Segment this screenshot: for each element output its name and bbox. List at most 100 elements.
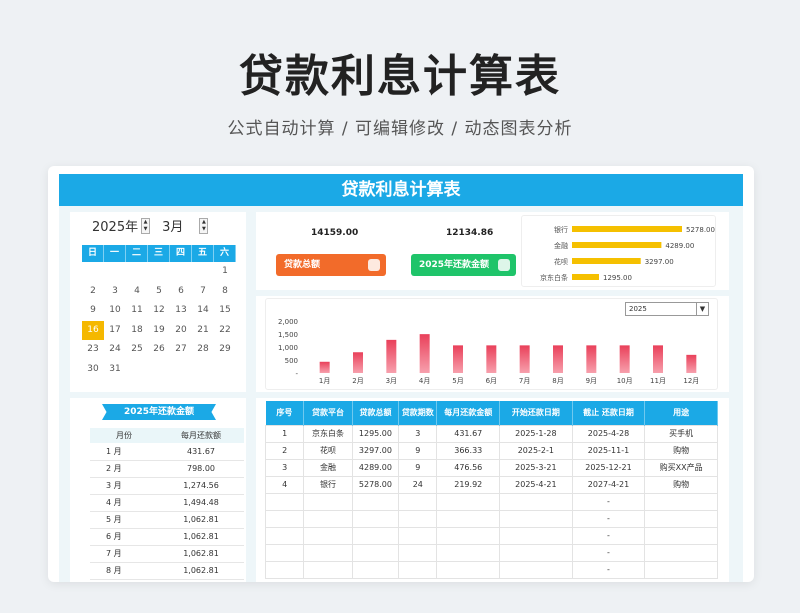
table-cell[interactable]: 1,062.81 xyxy=(158,562,244,580)
calendar-day[interactable]: 6 xyxy=(170,282,192,302)
year-spinner[interactable]: ▲ ▼ xyxy=(141,217,151,234)
table-cell[interactable]: 476.56 xyxy=(436,458,501,477)
table-cell[interactable] xyxy=(351,560,400,579)
table-cell[interactable]: 京东白条 xyxy=(303,424,353,443)
table-cell[interactable] xyxy=(351,526,400,545)
table-cell[interactable] xyxy=(436,509,501,528)
table-cell[interactable] xyxy=(264,492,305,511)
bar[interactable] xyxy=(319,361,330,373)
table-cell[interactable] xyxy=(644,543,718,562)
table-cell[interactable]: 1295.00 xyxy=(351,424,400,443)
table-cell[interactable]: 4289.00 xyxy=(351,458,400,477)
bar[interactable] xyxy=(586,345,597,373)
table-cell[interactable]: 2025-12-21 xyxy=(571,458,646,477)
table-cell[interactable] xyxy=(264,526,305,545)
calendar-day[interactable]: 5 xyxy=(148,282,170,302)
table-cell[interactable]: 1,062.81 xyxy=(158,545,244,563)
table-cell[interactable]: 购物 xyxy=(644,475,718,494)
calendar-day[interactable]: 24 xyxy=(104,340,126,360)
table-cell[interactable] xyxy=(499,509,573,528)
calendar-day[interactable]: 22 xyxy=(214,321,236,341)
calendar-day[interactable]: 18 xyxy=(126,321,148,341)
table-cell[interactable]: 5278.00 xyxy=(351,475,400,494)
calendar-day[interactable]: 3 xyxy=(104,282,126,302)
table-cell[interactable]: 9 xyxy=(398,458,438,477)
calendar-day[interactable]: 2 xyxy=(82,282,104,302)
table-cell[interactable]: 2025-11-1 xyxy=(571,441,646,460)
bar[interactable] xyxy=(419,334,430,373)
table-cell[interactable] xyxy=(499,560,573,579)
table-cell[interactable] xyxy=(303,560,353,579)
table-cell[interactable]: 购物 xyxy=(644,441,718,460)
bar[interactable] xyxy=(572,274,599,280)
table-cell[interactable]: 1 xyxy=(264,424,305,443)
table-cell[interactable] xyxy=(303,492,353,511)
table-cell[interactable]: 3297.00 xyxy=(351,441,400,460)
table-cell[interactable]: 219.92 xyxy=(436,475,501,494)
table-cell[interactable]: 431.67 xyxy=(436,424,501,443)
bar[interactable] xyxy=(519,345,530,373)
calendar-day[interactable]: 9 xyxy=(82,301,104,321)
table-cell[interactable]: 3 月 xyxy=(90,477,158,495)
table-cell[interactable]: - xyxy=(571,526,646,545)
table-cell[interactable]: 1,494.48 xyxy=(158,494,244,512)
table-cell[interactable]: 1,062.81 xyxy=(158,511,244,529)
calendar-day[interactable]: 10 xyxy=(104,301,126,321)
table-cell[interactable]: 2 xyxy=(264,441,305,460)
table-cell[interactable] xyxy=(436,492,501,511)
calendar-day[interactable]: 17 xyxy=(104,321,126,341)
spin-down-icon[interactable]: ▼ xyxy=(200,226,207,233)
table-cell[interactable]: 银行 xyxy=(303,475,353,494)
chevron-down-icon[interactable]: ▼ xyxy=(696,303,708,315)
table-cell[interactable] xyxy=(499,526,573,545)
table-cell[interactable] xyxy=(398,492,438,511)
calendar-day[interactable]: 11 xyxy=(126,301,148,321)
table-cell[interactable] xyxy=(398,509,438,528)
calendar-day[interactable]: 25 xyxy=(126,340,148,360)
calendar-day[interactable]: 23 xyxy=(82,340,104,360)
bar[interactable] xyxy=(572,242,662,248)
table-cell[interactable]: 1,274.56 xyxy=(158,477,244,495)
calendar-day[interactable]: 12 xyxy=(148,301,170,321)
table-cell[interactable]: 5 月 xyxy=(90,511,158,529)
calendar-day[interactable]: 13 xyxy=(170,301,192,321)
bar[interactable] xyxy=(572,258,641,264)
table-cell[interactable] xyxy=(436,560,501,579)
table-cell[interactable]: 1 月 xyxy=(90,443,158,461)
table-cell[interactable]: 花呗 xyxy=(303,441,353,460)
table-cell[interactable] xyxy=(303,509,353,528)
calendar-day[interactable]: 27 xyxy=(170,340,192,360)
table-cell[interactable] xyxy=(644,526,718,545)
table-cell[interactable]: 2025-4-28 xyxy=(571,424,646,443)
table-cell[interactable]: 4 月 xyxy=(90,494,158,512)
table-cell[interactable]: 购买XX产品 xyxy=(644,458,718,477)
calendar-day[interactable]: 19 xyxy=(148,321,170,341)
table-cell[interactable] xyxy=(499,543,573,562)
table-cell[interactable] xyxy=(499,492,573,511)
table-cell[interactable]: 2025-2-1 xyxy=(499,441,573,460)
calendar-day[interactable]: 7 xyxy=(192,282,214,302)
calendar-day[interactable]: 29 xyxy=(214,340,236,360)
total-loan-button[interactable]: 贷款总额 xyxy=(276,254,386,276)
table-cell[interactable]: 798.00 xyxy=(158,460,244,478)
table-cell[interactable]: - xyxy=(571,509,646,528)
table-cell[interactable] xyxy=(351,543,400,562)
bar[interactable] xyxy=(653,345,663,373)
table-cell[interactable]: 431.67 xyxy=(158,443,244,461)
table-cell[interactable]: - xyxy=(571,543,646,562)
calendar-day[interactable]: 21 xyxy=(192,321,214,341)
spin-up-icon[interactable]: ▲ xyxy=(200,219,207,226)
table-cell[interactable]: 4 xyxy=(264,475,305,494)
table-cell[interactable] xyxy=(436,526,501,545)
calendar-day[interactable]: 4 xyxy=(126,282,148,302)
spin-down-icon[interactable]: ▼ xyxy=(142,226,149,233)
bar[interactable] xyxy=(619,345,630,373)
table-cell[interactable] xyxy=(644,560,718,579)
table-cell[interactable] xyxy=(351,492,400,511)
year-repay-button[interactable]: 2025年还款金额 xyxy=(411,254,516,276)
table-cell[interactable] xyxy=(398,526,438,545)
bar[interactable] xyxy=(686,354,697,373)
bar[interactable] xyxy=(486,345,497,373)
table-cell[interactable] xyxy=(398,543,438,562)
table-cell[interactable] xyxy=(351,509,400,528)
